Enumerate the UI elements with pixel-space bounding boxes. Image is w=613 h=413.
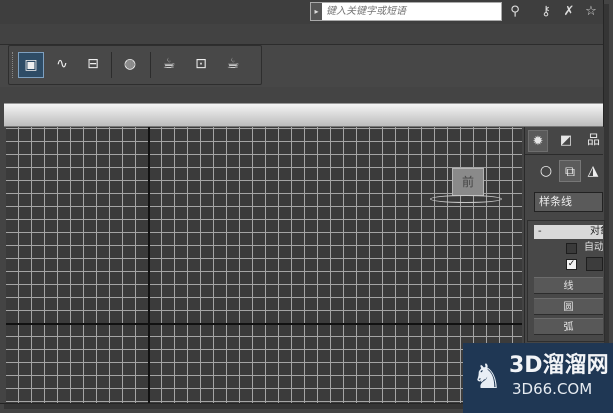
viewcube-compass-ring[interactable] bbox=[430, 195, 502, 203]
favorites-icon[interactable]: ☆ bbox=[582, 3, 600, 21]
front-viewport-grid[interactable] bbox=[6, 127, 522, 403]
search-input[interactable] bbox=[326, 3, 500, 20]
ribbon-strip bbox=[4, 103, 603, 127]
tab-modify[interactable]: ◩ bbox=[556, 130, 576, 152]
auto-grid-label: 自动栅格 bbox=[584, 242, 603, 253]
panel-divider bbox=[524, 154, 603, 155]
deer-logo-icon: ♞ bbox=[471, 357, 503, 397]
arc-button[interactable]: 弧 bbox=[534, 318, 603, 335]
tab-create[interactable]: ✹ bbox=[528, 130, 548, 152]
toolbar-grip-handle[interactable] bbox=[12, 52, 16, 78]
search-expand-arrow-icon[interactable]: ▸ bbox=[311, 3, 322, 20]
render-production-button[interactable]: ☕ bbox=[220, 52, 246, 78]
category-shapes[interactable]: ⧉ bbox=[559, 160, 581, 182]
rendered-frame-window-button[interactable]: ⊡ bbox=[188, 52, 214, 78]
toolbar-separator bbox=[150, 52, 151, 78]
start-new-shape-button[interactable] bbox=[586, 257, 603, 271]
toolbar-separator bbox=[111, 52, 112, 78]
grid-axis-vertical bbox=[148, 127, 150, 403]
schematic-view-button[interactable]: ⊟ bbox=[80, 52, 106, 78]
category-lights[interactable]: ◮ bbox=[583, 160, 603, 182]
material-editor-button[interactable]: ◍ bbox=[117, 52, 143, 78]
line-button[interactable]: 线 bbox=[534, 277, 603, 294]
viewcube[interactable]: 前 bbox=[452, 168, 484, 196]
grid-axis-horizontal bbox=[6, 323, 522, 325]
binoculars-icon[interactable]: ⚲ bbox=[506, 3, 524, 21]
category-geometry[interactable]: ○ bbox=[535, 160, 557, 182]
shape-type-dropdown[interactable]: 样条线 bbox=[534, 192, 603, 212]
comm-center-icon[interactable]: ✗ bbox=[560, 3, 578, 21]
tab-hierarchy[interactable]: 品 bbox=[584, 130, 603, 152]
key-icon[interactable]: ⚷ bbox=[537, 3, 555, 21]
watermark-url: 3D66.COM bbox=[512, 380, 593, 398]
watermark-title: 3D溜溜网 bbox=[509, 353, 609, 378]
start-new-shape-checkbox[interactable]: ✓ bbox=[566, 259, 577, 270]
rollout-collapse-toggle[interactable]: - bbox=[538, 225, 548, 239]
curve-editor-button[interactable]: ∿ bbox=[49, 52, 75, 78]
scene-explorer-button[interactable]: ▣ bbox=[18, 52, 44, 78]
render-setup-button[interactable]: ☕ bbox=[156, 52, 182, 78]
circle-button[interactable]: 圆 bbox=[534, 298, 603, 315]
rollout-title: 对象类型 bbox=[590, 226, 603, 237]
auto-grid-checkbox[interactable] bbox=[566, 243, 577, 254]
menu-bar-area bbox=[0, 24, 603, 45]
